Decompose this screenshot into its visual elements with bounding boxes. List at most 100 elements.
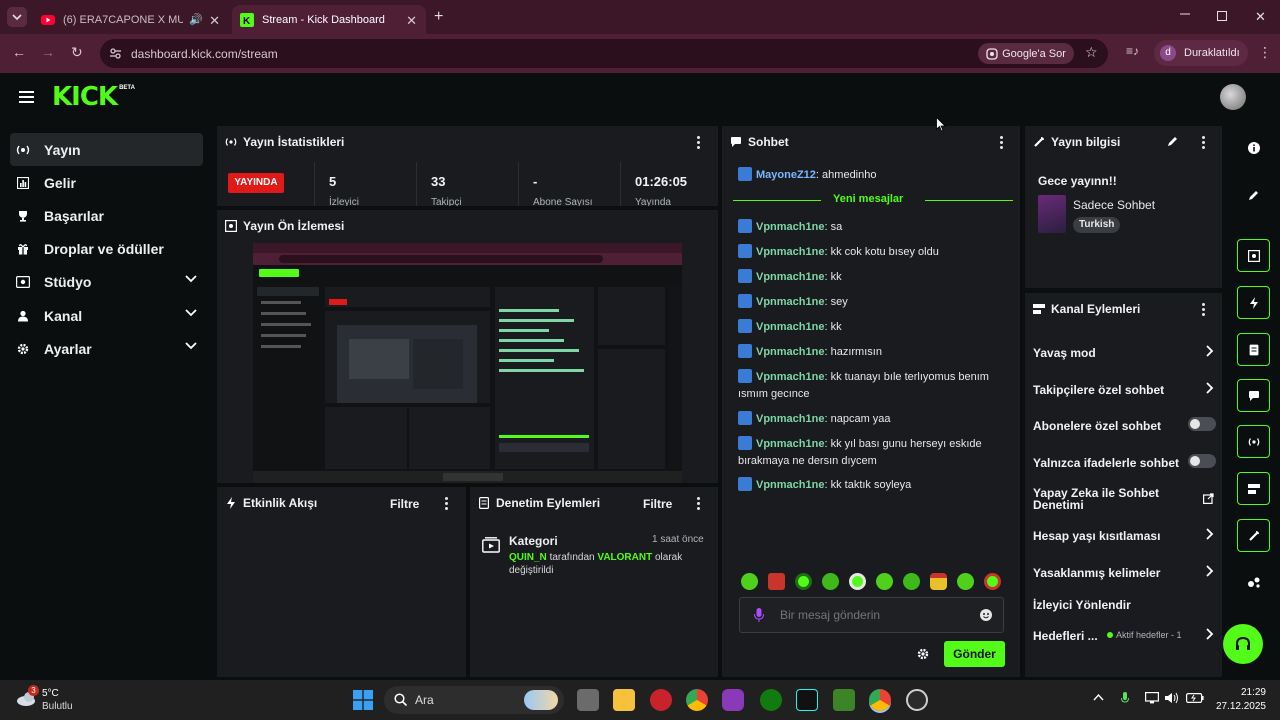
close-window-icon[interactable]: ✕: [1255, 9, 1266, 25]
clock[interactable]: 21:29 27.12.2025: [1212, 686, 1266, 714]
chrome-icon[interactable]: [686, 689, 708, 711]
rail-widgets-button[interactable]: [1237, 565, 1270, 598]
emote-icon[interactable]: [876, 573, 893, 590]
rail-preview-button[interactable]: [1237, 239, 1270, 272]
action-account-age[interactable]: Hesap yaşı kısıtlaması: [1033, 528, 1216, 543]
external-link-icon[interactable]: [1203, 493, 1214, 504]
maximize-icon[interactable]: [1217, 11, 1227, 21]
volume-icon[interactable]: [1165, 692, 1179, 704]
sidebar-item-basarilar[interactable]: Başarılar: [10, 199, 203, 232]
chat-message[interactable]: Vpnmach1ne: kk taktık soyleya: [738, 477, 1010, 494]
emoji-picker-icon[interactable]: [980, 609, 992, 621]
site-info-icon[interactable]: [109, 47, 122, 60]
microphone-tray-icon[interactable]: [1121, 692, 1129, 705]
action-slow-mode[interactable]: Yavaş mod: [1033, 345, 1216, 360]
action-ai-moderation[interactable]: Yapay Zeka ile Sohbet Denetimi: [1033, 487, 1183, 511]
url-text[interactable]: dashboard.kick.com/stream: [131, 47, 278, 61]
emotes-only-toggle[interactable]: [1188, 454, 1216, 468]
obs-icon[interactable]: [906, 689, 928, 711]
sidebar-item-droplar[interactable]: Droplar ve ödüller: [10, 232, 203, 265]
close-tab-icon[interactable]: ✕: [209, 13, 220, 29]
chat-input-box[interactable]: [739, 597, 1004, 633]
emote-icon[interactable]: [741, 573, 758, 590]
chat-message[interactable]: Vpnmach1ne: kk cok kotu bısey oldu: [738, 244, 1010, 261]
chevron-down-icon[interactable]: [185, 342, 197, 350]
language-tag[interactable]: Turkish: [1073, 217, 1121, 233]
sidebar-item-ayarlar[interactable]: Ayarlar: [10, 332, 203, 365]
chevron-up-icon[interactable]: [1093, 693, 1104, 701]
sidebar-item-studyo[interactable]: Stüdyo: [10, 265, 203, 298]
browser-menu-icon[interactable]: ⋮: [1258, 44, 1272, 61]
media-controls-icon[interactable]: ≡♪: [1126, 44, 1139, 58]
address-bar[interactable]: dashboard.kick.com/stream Google'a Sor ☆: [100, 39, 1108, 68]
weather-widget[interactable]: 3 5°C Bulutlu: [16, 685, 96, 715]
emote-icon[interactable]: [903, 573, 920, 590]
hamburger-menu-icon[interactable]: [19, 90, 35, 104]
activity-filter-button[interactable]: Filtre: [390, 497, 419, 511]
rail-moderation-button[interactable]: [1237, 333, 1270, 366]
forward-icon[interactable]: →: [41, 44, 55, 60]
chat-message[interactable]: Vpnmach1ne: hazırmısın: [738, 344, 1010, 361]
emote-icon[interactable]: [930, 573, 947, 590]
chrome-profile-icon[interactable]: [869, 689, 891, 711]
sidebar-item-gelir[interactable]: Gelir: [10, 166, 203, 199]
chat-message[interactable]: Vpnmach1ne: sa: [738, 219, 1010, 236]
chat-message[interactable]: Vpnmach1ne: kk tuanayı bıle terlıyomus b…: [738, 369, 1010, 403]
action-goals[interactable]: Hedefleri ... Aktif hedefler - 1: [1033, 628, 1216, 643]
action-raid[interactable]: İzleyici Yönlendir: [1033, 598, 1216, 612]
chat-message[interactable]: Vpnmach1ne: kk: [738, 269, 1010, 286]
action-subscribers-only[interactable]: Abonelere özel sohbet: [1033, 417, 1216, 433]
new-tab-icon[interactable]: +: [434, 8, 443, 26]
action-followers-only[interactable]: Takipçilere özel sohbet: [1033, 382, 1216, 397]
tab-list-button[interactable]: [7, 7, 27, 27]
back-icon[interactable]: ←: [12, 44, 26, 60]
action-banned-words[interactable]: Yasaklanmış kelimeler: [1033, 565, 1216, 580]
emote-icon[interactable]: [822, 573, 839, 590]
speaker-icon[interactable]: 🔊: [189, 13, 203, 26]
google-lens-button[interactable]: Google'a Sor: [978, 43, 1074, 64]
rail-channel-actions-button[interactable]: [1237, 472, 1270, 505]
rail-chat-button[interactable]: [1237, 379, 1270, 412]
bookmark-star-icon[interactable]: ☆: [1085, 44, 1098, 61]
emote-icon[interactable]: [957, 573, 974, 590]
reload-icon[interactable]: ↻: [71, 44, 83, 61]
sidebar-item-kanal[interactable]: Kanal: [10, 299, 203, 332]
browser-tab-kick[interactable]: K Stream - Kick Dashboard ✕: [232, 5, 426, 34]
chat-message[interactable]: MayoneZ12: ahmedinho: [738, 167, 1010, 184]
stream-preview-video[interactable]: [253, 243, 682, 483]
rail-stats-button[interactable]: [1237, 425, 1270, 458]
close-tab-icon[interactable]: ✕: [406, 13, 417, 29]
stream-info-menu-icon[interactable]: [1196, 135, 1210, 149]
network-icon[interactable]: [1145, 692, 1159, 704]
kick-logo[interactable]: KICK BETA: [52, 84, 135, 110]
chat-message[interactable]: Vpnmach1ne: kk: [738, 319, 1010, 336]
edit-layout-button[interactable]: [1237, 178, 1270, 211]
stats-menu-icon[interactable]: [691, 135, 705, 149]
microphone-icon[interactable]: [754, 608, 764, 622]
chat-message-input[interactable]: [780, 607, 970, 623]
start-button[interactable]: [353, 690, 373, 710]
info-button[interactable]: [1237, 131, 1270, 164]
user-avatar[interactable]: [1220, 84, 1246, 110]
category-name[interactable]: Sadece Sohbet: [1073, 198, 1155, 212]
send-message-button[interactable]: Gönder: [944, 641, 1005, 667]
browser-tab-youtube[interactable]: (6) ERA7CAPONE X MURDA 🔊 ✕: [33, 5, 229, 34]
red-app-icon[interactable]: [650, 689, 672, 711]
tiktok-icon[interactable]: [796, 689, 818, 711]
channel-actions-menu-icon[interactable]: [1196, 302, 1210, 316]
chat-menu-icon[interactable]: [994, 135, 1008, 149]
chat-message[interactable]: Vpnmach1ne: kk yıl bası gunu herseyı esk…: [738, 436, 1010, 470]
chat-message[interactable]: Vpnmach1ne: sey: [738, 294, 1010, 311]
xbox-icon[interactable]: [760, 689, 782, 711]
minimize-icon[interactable]: [1180, 8, 1190, 18]
emote-icon[interactable]: [795, 573, 812, 590]
chat-message[interactable]: Vpnmach1ne: napcam yaa: [738, 411, 1010, 428]
chat-settings-gear-icon[interactable]: [917, 648, 929, 660]
profile-button[interactable]: d Duraklatıldı: [1154, 40, 1248, 66]
task-view-icon[interactable]: [577, 689, 599, 711]
sidebar-item-yayin[interactable]: Yayın: [10, 133, 203, 166]
emote-icon[interactable]: [849, 573, 866, 590]
chevron-down-icon[interactable]: [185, 309, 197, 317]
activity-menu-icon[interactable]: [439, 496, 453, 510]
support-chat-button[interactable]: [1223, 624, 1263, 664]
